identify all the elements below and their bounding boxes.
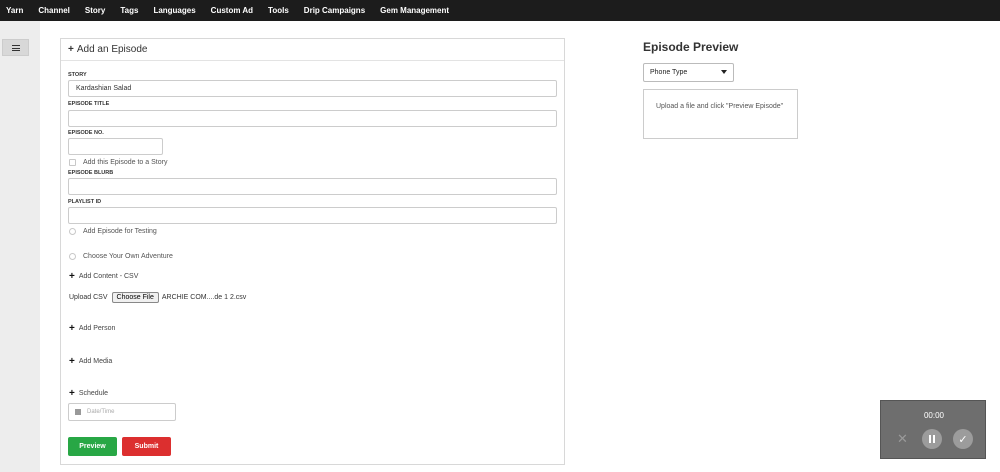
submit-button[interactable]: Submit [122,437,171,456]
phone-type-select[interactable]: Phone Type [643,63,734,82]
adventure-radio[interactable] [69,253,76,260]
plus-icon: + [69,356,75,367]
episode-title-label: EPISODE TITLE [68,101,110,107]
add-episode-form: + Add an Episode STORY Kardashian Salad … [60,38,565,465]
phone-type-value: Phone Type [650,69,688,76]
date-time-input[interactable]: Date/Time [68,403,176,421]
blurb-field[interactable] [68,178,557,195]
pause-icon [929,435,935,443]
nav-gem-management[interactable]: Gem Management [380,6,449,15]
testing-radio[interactable] [69,228,76,235]
recording-timer: 00:00 [923,411,945,420]
preview-button[interactable]: Preview [68,437,117,456]
plus-icon: + [69,323,75,334]
add-to-story-checkbox[interactable] [69,159,76,166]
hamburger-icon [11,44,20,51]
add-person-toggle[interactable]: + Add Person [69,323,115,334]
recording-widget: 00:00 ✕ ✓ [880,400,986,459]
add-media-toggle[interactable]: + Add Media [69,356,112,367]
nav-story[interactable]: Story [85,6,105,15]
playlist-label: PLAYLIST ID [68,199,102,205]
nav-tools[interactable]: Tools [268,6,289,15]
form-header: + Add an Episode [61,39,564,61]
testing-row[interactable]: Add Episode for Testing [69,228,157,235]
blurb-label: EPISODE BLURB [68,170,114,176]
add-content-csv-toggle[interactable]: + Add Content - CSV [69,271,138,282]
add-person-label: Add Person [78,325,116,332]
nav-tags[interactable]: Tags [120,6,138,15]
caret-down-icon [721,70,727,74]
plus-icon: + [68,44,74,55]
nav-languages[interactable]: Languages [153,6,195,15]
add-media-label: Add Media [78,358,113,365]
playlist-field[interactable] [68,207,557,224]
schedule-label: Schedule [78,390,109,397]
form-title: Add an Episode [76,44,148,55]
close-icon[interactable]: ✕ [897,431,908,447]
upload-csv-row: Upload CSV Choose File ARCHIE COM....de … [69,292,246,303]
upload-csv-label: Upload CSV [69,294,108,301]
nav-custom-ad[interactable]: Custom Ad [211,6,253,15]
file-name: ARCHIE COM....de 1 2.csv [161,294,247,301]
story-field[interactable]: Kardashian Salad [68,80,557,97]
schedule-toggle[interactable]: + Schedule [69,388,108,399]
check-button[interactable]: ✓ [953,429,973,449]
add-to-story-label: Add this Episode to a Story [83,159,168,166]
pause-button[interactable] [922,429,942,449]
date-time-placeholder: Date/Time [87,409,115,415]
preview-box: Upload a file and click "Preview Episode… [643,89,798,139]
episode-no-field[interactable] [68,138,163,155]
nav-channel[interactable]: Channel [38,6,70,15]
adventure-label: Choose Your Own Adventure [83,253,173,260]
adventure-row[interactable]: Choose Your Own Adventure [69,253,173,260]
testing-label: Add Episode for Testing [83,228,157,235]
calendar-icon [75,409,81,415]
nav-yarn[interactable]: Yarn [6,6,23,15]
episode-preview-title: Episode Preview [643,40,739,54]
top-navigation: Yarn Channel Story Tags Languages Custom… [0,0,1000,21]
plus-icon: + [69,271,75,282]
choose-file-button[interactable]: Choose File [111,292,159,303]
episode-title-field[interactable] [68,110,557,127]
add-to-story-row[interactable]: Add this Episode to a Story [69,159,167,166]
nav-drip-campaigns[interactable]: Drip Campaigns [304,6,365,15]
plus-icon: + [69,388,75,399]
sidebar-toggle-button[interactable] [2,39,29,56]
story-label: STORY [68,72,87,78]
add-content-csv-label: Add Content - CSV [78,273,139,280]
episode-no-label: EPISODE NO. [68,130,104,136]
main-content: + Add an Episode STORY Kardashian Salad … [40,21,1000,472]
page-body: + Add an Episode STORY Kardashian Salad … [0,21,1000,472]
